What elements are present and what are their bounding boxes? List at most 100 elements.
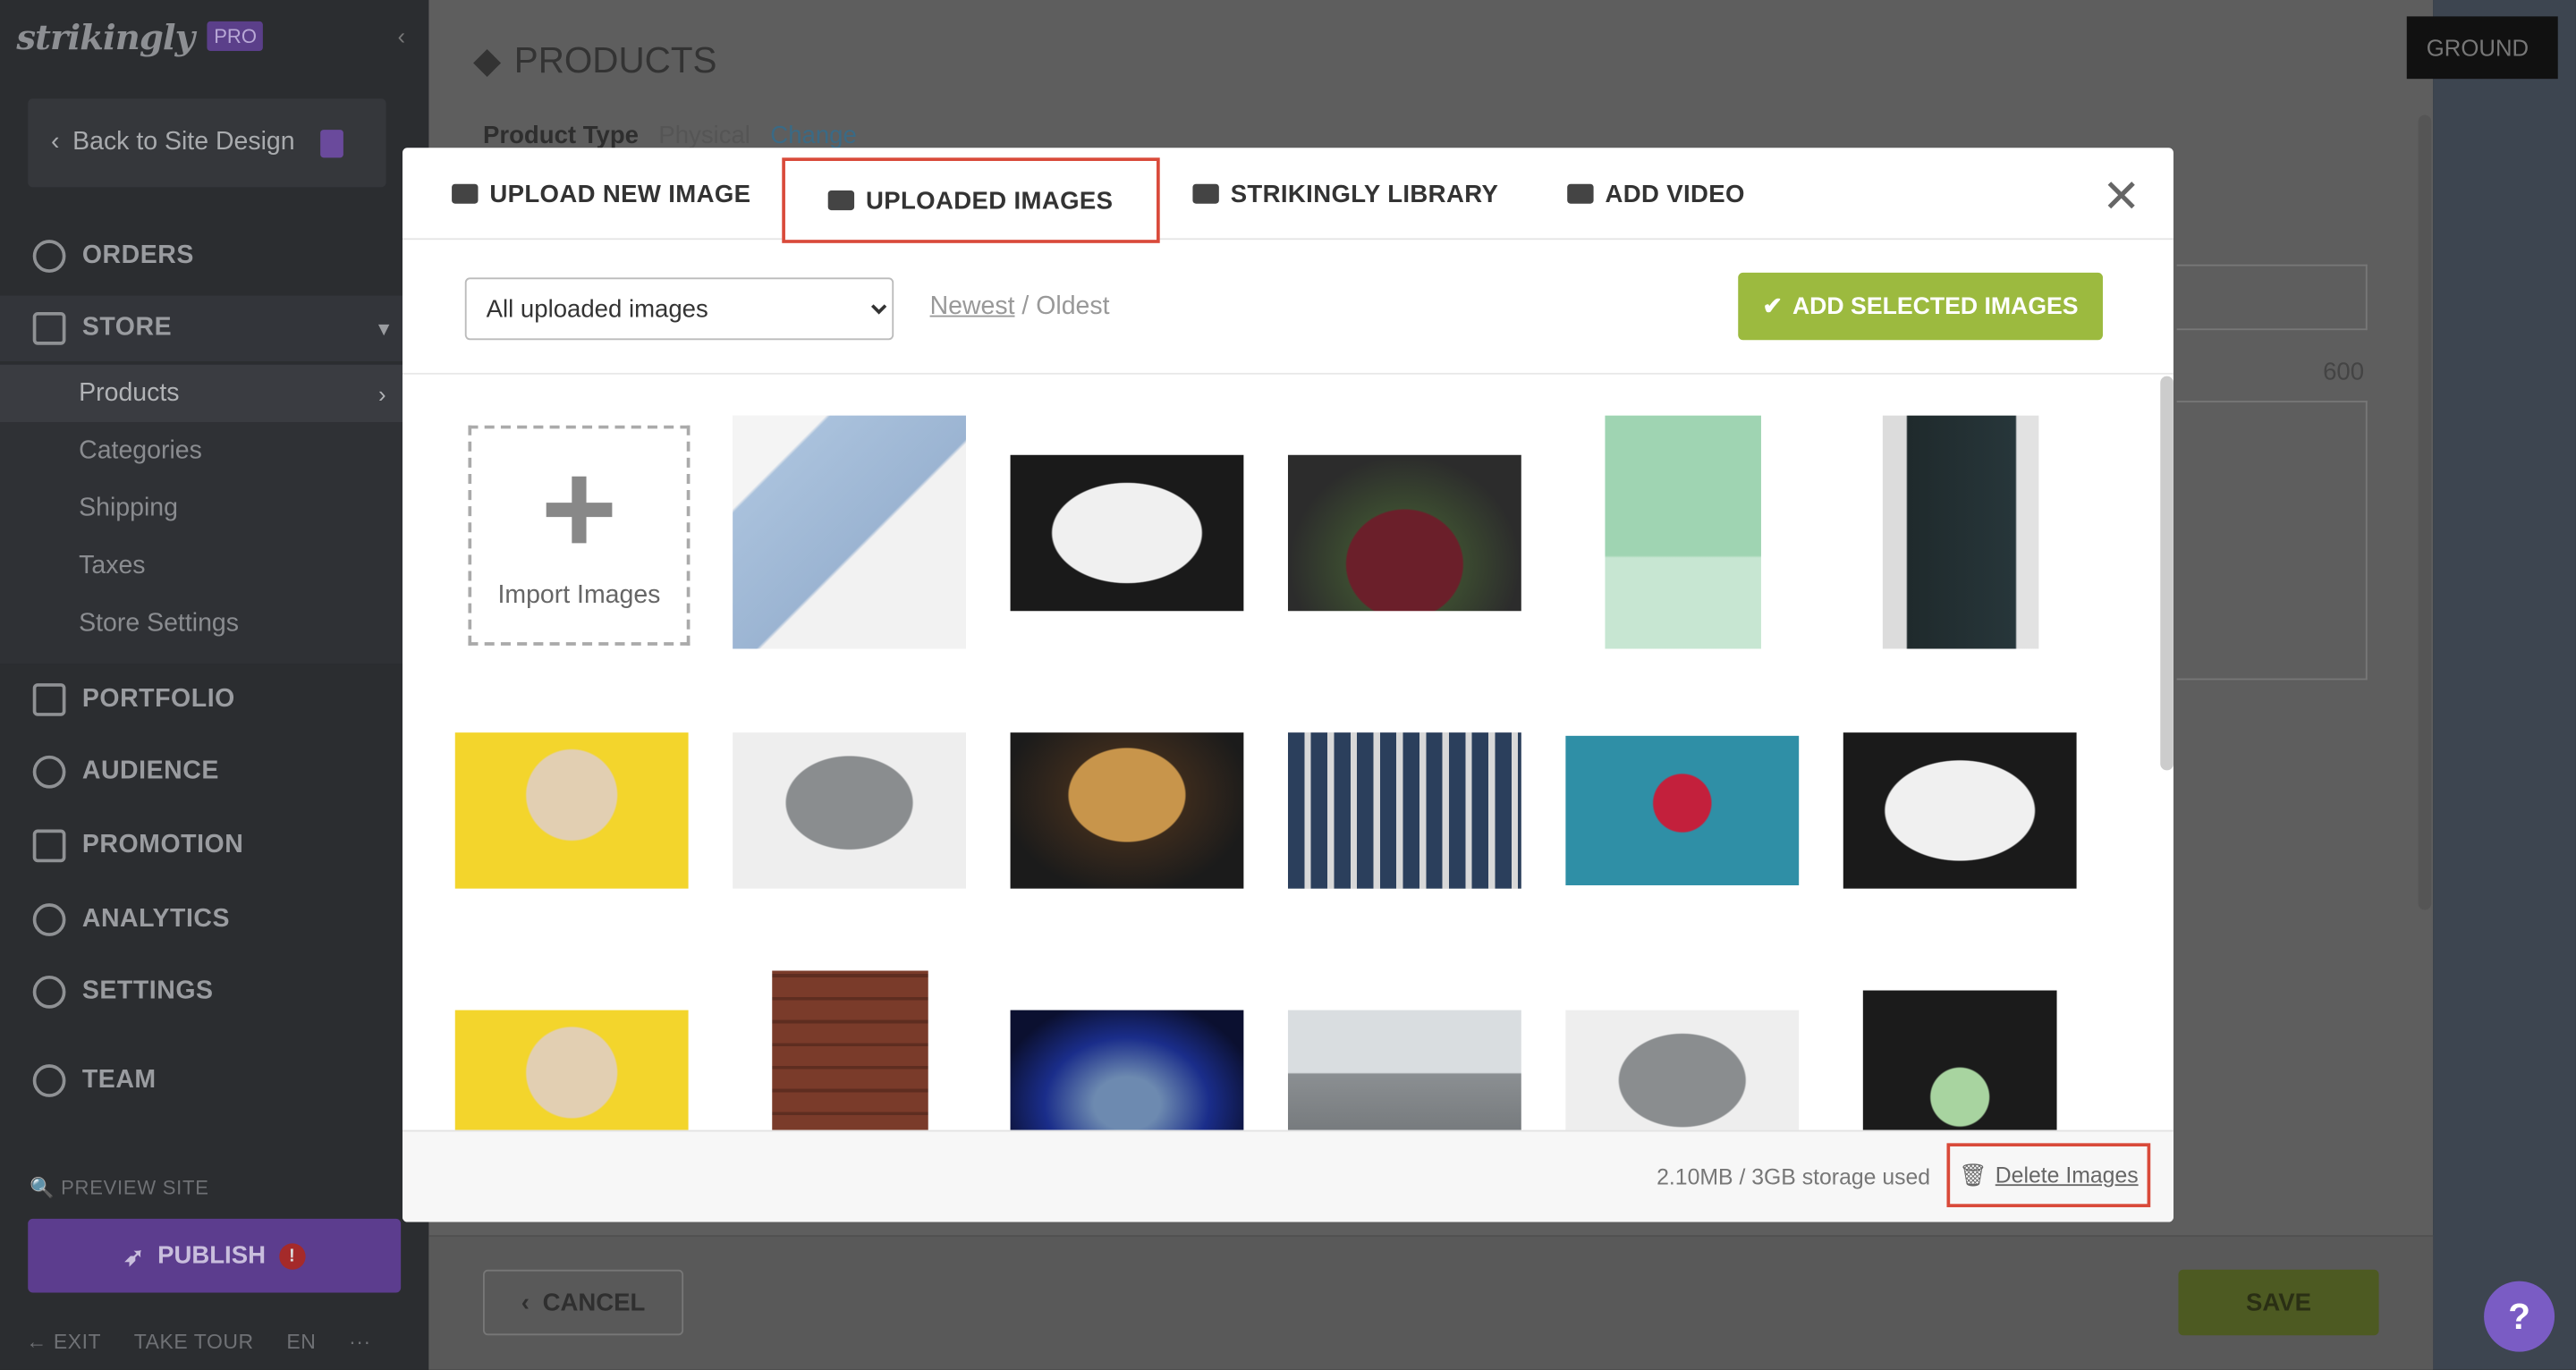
tab-label: UPLOADED IMAGES [865,186,1114,215]
preview-label: PREVIEW SITE [61,1176,209,1199]
save-button[interactable]: SAVE [2178,1269,2379,1336]
modal-scrollbar[interactable] [2160,376,2174,771]
delete-label: Delete Images [1995,1163,2139,1188]
stage: strikingly PRO ‹ ‹ Back to Site Design O… [0,0,2576,1370]
image-thumbnail[interactable] [733,732,966,889]
image-thumbnail[interactable] [733,415,966,649]
image-thumbnail[interactable] [1862,990,2057,1132]
page-scrollbar[interactable] [2418,114,2432,910]
storage-usage: 2.10MB / 3GB storage used [1657,1164,1931,1189]
pie-chart-icon [32,903,66,936]
nav-label: ANALYTICS [81,905,231,934]
sort-controls: Newest / Oldest [930,292,1110,322]
pro-badge: PRO [207,21,264,51]
cloud-upload-icon [452,183,479,204]
sub-label: Taxes [79,551,146,579]
nav-audience[interactable]: AUDIENCE [0,740,428,805]
image-thumbnail[interactable] [1565,1010,1800,1132]
briefcase-icon [32,683,66,716]
page-title-text: PRODUCTS [513,39,717,80]
delete-images-button[interactable]: 🗑 Delete Images [1946,1143,2151,1207]
preview-site-link[interactable]: 🔍 PREVIEW SITE [30,1176,209,1199]
import-images-button[interactable]: + Import Images [468,425,691,646]
sub-label: Categories [79,436,202,464]
sidebar-item-taxes[interactable]: Taxes [0,537,402,595]
chevron-down-icon: ▾ [378,317,390,341]
image-thumbnail[interactable] [1605,415,1761,649]
image-thumbnail[interactable] [1010,732,1244,889]
language-link[interactable]: EN [286,1331,316,1354]
bottom-action-bar [428,1235,2434,1370]
image-thumbnail[interactable] [1843,732,2077,889]
sidebar-header: strikingly PRO [0,0,428,72]
sub-label: Shipping [79,493,178,522]
sidebar-item-store-settings[interactable]: Store Settings [0,595,402,652]
nav-store[interactable]: STORE ▾ [0,295,429,362]
image-thumbnail[interactable] [454,1010,689,1132]
nav-label: TEAM [81,1066,157,1095]
take-tour-link[interactable]: TAKE TOUR [134,1331,254,1354]
sort-newest-link[interactable]: Newest [930,292,1015,320]
exit-link[interactable]: ← EXIT [26,1331,101,1354]
check-icon: ✔ [1762,292,1783,320]
help-button[interactable]: ? [2484,1281,2555,1352]
store-icon [32,311,66,345]
nav-settings[interactable]: SETTINGS [0,960,428,1025]
tab-uploaded-images[interactable]: UPLOADED IMAGES [782,157,1159,243]
tab-label: STRIKINGLY LIBRARY [1230,180,1499,208]
product-type-value: Physical [658,121,750,150]
collapse-sidebar-icon[interactable]: ‹ [397,23,405,49]
add-selected-images-button[interactable]: ✔ ADD SELECTED IMAGES [1738,272,2103,341]
back-to-site-design-button[interactable]: ‹ Back to Site Design [28,98,386,188]
modal-footer: 2.10MB / 3GB storage used 🗑 Delete Image… [402,1129,2174,1222]
close-icon[interactable]: ✕ [2102,173,2140,220]
image-filter-select[interactable]: All uploaded images [464,277,894,341]
chevron-left-icon: ‹ [50,128,60,156]
sort-oldest-link[interactable]: Oldest [1036,292,1109,320]
image-thumbnail[interactable] [1010,454,1244,612]
alert-icon: ! [278,1242,306,1269]
image-thumbnail[interactable] [454,732,689,889]
film-icon [1567,183,1594,204]
tab-upload-new-image[interactable]: UPLOAD NEW IMAGE [452,148,750,240]
image-thumbnail[interactable] [772,970,928,1132]
sub-label: Store Settings [79,608,239,637]
nav-label: SETTINGS [81,977,214,1006]
back-label: Back to Site Design [72,128,295,156]
tab-add-video[interactable]: ADD VIDEO [1567,148,1745,240]
cancel-label: CANCEL [542,1288,646,1317]
product-name-field[interactable] [2176,264,2368,331]
team-icon [32,1064,66,1097]
sidebar-item-products[interactable]: Products › [0,364,402,423]
image-thumbnail[interactable] [1287,732,1521,889]
publish-button[interactable]: ➶ PUBLISH ! [28,1218,402,1293]
image-thumbnail[interactable] [1565,735,1800,885]
megaphone-icon [32,829,66,863]
tab-label: UPLOAD NEW IMAGE [489,180,751,208]
image-thumbnail[interactable] [1287,454,1521,612]
image-thumbnail[interactable] [1882,415,2039,649]
tab-strikingly-library[interactable]: STRIKINGLY LIBRARY [1192,148,1498,240]
nav-promotion[interactable]: PROMOTION [0,813,428,878]
product-description-field[interactable] [2176,401,2368,681]
sidebar-item-shipping[interactable]: Shipping [0,479,402,537]
image-picker-modal: UPLOAD NEW IMAGE UPLOADED IMAGES STRIKIN… [402,148,2174,1222]
more-icon[interactable]: ··· [349,1331,371,1354]
sidebar-item-categories[interactable]: Categories [0,422,402,479]
background-button[interactable]: GROUND [2406,16,2558,80]
people-icon [32,755,66,789]
modal-toolbar: All uploaded images Newest / Oldest ✔ AD… [402,240,2174,375]
nav-team[interactable]: TEAM [0,1048,428,1113]
image-thumbnail[interactable] [1010,1010,1244,1132]
nav-orders[interactable]: ORDERS [0,224,428,289]
product-type-row: Product Type Physical Change [483,122,857,149]
image-thumbnail[interactable] [1287,1010,1521,1132]
nav-analytics[interactable]: ANALYTICS [0,887,428,952]
tab-label: ADD VIDEO [1605,180,1745,208]
product-type-change-link[interactable]: Change [770,122,857,149]
exit-label: EXIT [53,1330,102,1354]
add-selected-label: ADD SELECTED IMAGES [1792,292,2079,320]
nav-portfolio[interactable]: PORTFOLIO [0,667,428,732]
cancel-button[interactable]: ‹ CANCEL [482,1269,684,1336]
nav-label: PROMOTION [81,831,244,859]
